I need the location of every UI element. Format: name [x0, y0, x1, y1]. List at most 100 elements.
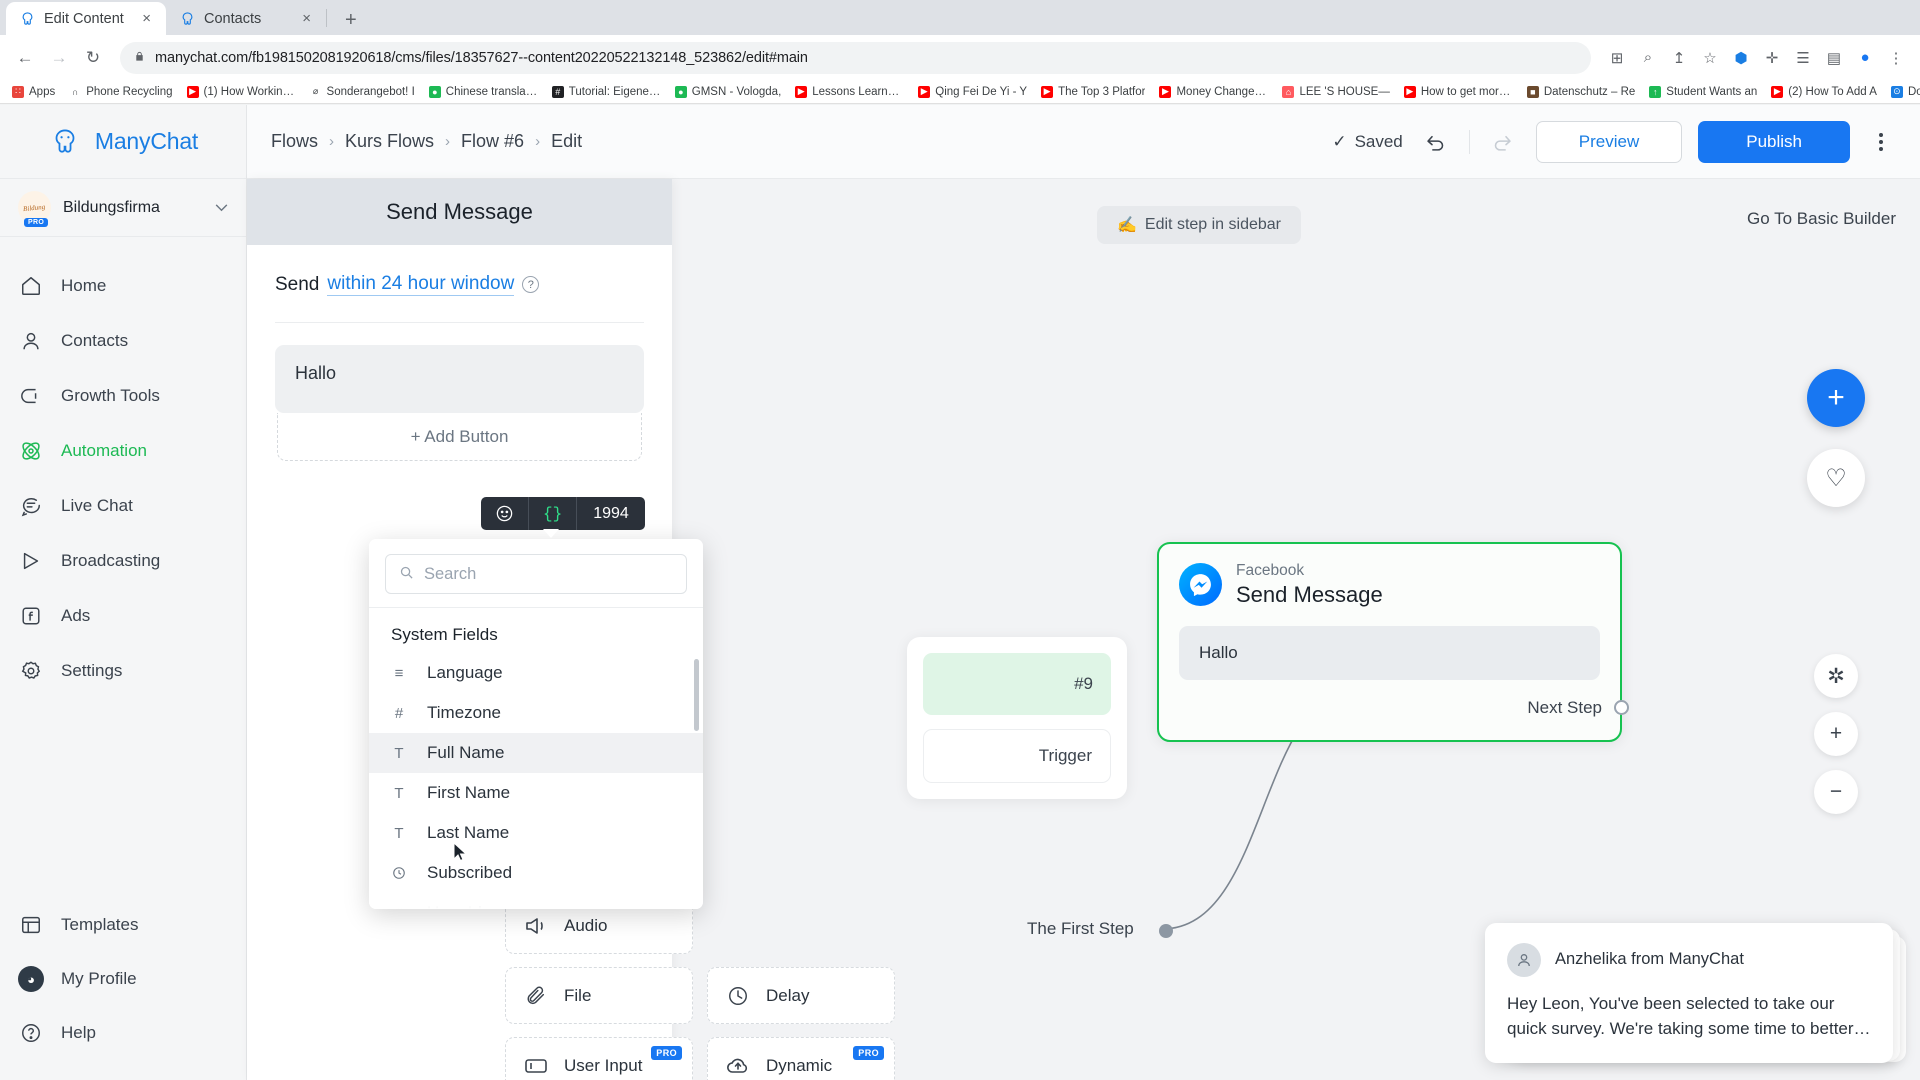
sidebar-item-growth-tools[interactable]: Growth Tools — [0, 368, 246, 423]
forward-icon[interactable]: → — [44, 43, 74, 73]
search-input[interactable]: Search — [385, 554, 687, 594]
next-step-connector-dot[interactable] — [1614, 700, 1629, 716]
add-button-row[interactable]: + Add Button — [277, 413, 642, 461]
block-file[interactable]: File — [505, 967, 693, 1024]
sidebar-item-home[interactable]: Home — [0, 258, 246, 313]
tab-close-icon[interactable]: × — [299, 9, 314, 28]
workspace-switcher[interactable]: Bildung PRO Bildungsfirma — [0, 179, 246, 237]
dropdown-scrollbar[interactable] — [694, 659, 699, 731]
zoom-out-button[interactable]: − — [1814, 770, 1858, 814]
redo-button[interactable] — [1486, 125, 1520, 159]
bookmark-item[interactable]: # Tutorial: Eigene Fa — [546, 84, 667, 100]
flow-node-ghost[interactable]: #9 Trigger — [907, 637, 1127, 799]
block-user-input[interactable]: User Input PRO — [505, 1037, 693, 1080]
reader-icon[interactable]: ▤ — [1820, 44, 1848, 72]
puzzle-icon[interactable]: ✛ — [1758, 44, 1786, 72]
bookmark-item[interactable]: ▶ Lessons Learned f — [789, 84, 910, 100]
fit-to-screen-button[interactable]: ✲ — [1814, 654, 1858, 698]
share-icon[interactable]: ↥ — [1665, 44, 1693, 72]
pencil-icon: ✍ — [1117, 217, 1137, 234]
flow-node-send-message[interactable]: Facebook Send Message Hallo Next Step — [1157, 542, 1629, 742]
zoom-in-button[interactable]: + — [1814, 712, 1858, 756]
dropdown-item-language[interactable]: ≡ Language — [369, 653, 703, 693]
sidebar-item-live-chat[interactable]: Live Chat — [0, 478, 246, 533]
edit-step-label: Edit step in sidebar — [1144, 216, 1281, 233]
node-next-step[interactable]: Next Step — [1179, 697, 1629, 718]
next-step-label: Next Step — [1527, 697, 1602, 717]
emoji-icon[interactable] — [481, 497, 528, 530]
tab-close-icon[interactable]: × — [139, 9, 154, 28]
bookmark-item[interactable]: ↑ Student Wants an — [1643, 84, 1763, 100]
breadcrumb-item-flows[interactable]: Flows — [271, 131, 318, 152]
sidebar-item-contacts[interactable]: Contacts — [0, 313, 246, 368]
bookmark-item[interactable]: ▶ How to get more v — [1398, 84, 1519, 100]
message-text-input[interactable]: Hallo — [275, 345, 644, 413]
first-step-connector-dot[interactable] — [1159, 924, 1173, 938]
bookmark-item[interactable]: ⌀ Sonderangebot! I — [304, 84, 421, 100]
merge-fields-icon[interactable]: {} — [529, 497, 576, 530]
manychat-chat-widget[interactable]: Anzhelika from ManyChat Hey Leon, You've… — [1485, 922, 1906, 1063]
block-delay[interactable]: Delay — [707, 967, 895, 1024]
dropdown-item-full-name[interactable]: T Full Name — [369, 733, 703, 773]
account-icon[interactable]: ● — [1851, 44, 1879, 72]
bookmark-item[interactable]: ⌂ LEE 'S HOUSE— — [1276, 84, 1395, 100]
preview-button[interactable]: Preview — [1535, 120, 1683, 163]
sidebar-item-ads[interactable]: Ads — [0, 588, 246, 643]
bookmark-label: (2) How To Add A — [1788, 85, 1877, 98]
block-dynamic[interactable]: Dynamic PRO — [707, 1037, 895, 1080]
menu-icon[interactable]: ⋮ — [1882, 44, 1910, 72]
sidebar-item-settings[interactable]: Settings — [0, 643, 246, 698]
bookmark-item[interactable]: ▶ The Top 3 Platfor — [1035, 84, 1151, 100]
breadcrumb-item-kurs-flows[interactable]: Kurs Flows — [345, 131, 434, 152]
breadcrumb-item-flow-6[interactable]: Flow #6 — [461, 131, 524, 152]
chat-widget-card[interactable]: Anzhelika from ManyChat Hey Leon, You've… — [1485, 922, 1893, 1063]
new-tab-button[interactable]: + — [337, 10, 365, 30]
add-node-button[interactable]: + — [1807, 369, 1865, 427]
bookmark-star-icon[interactable]: ☆ — [1696, 44, 1724, 72]
favorites-button[interactable]: ♡ — [1807, 449, 1865, 507]
address-bar[interactable]: manychat.com/fb1981502081920618/cms/file… — [120, 41, 1591, 74]
more-options-icon[interactable] — [1866, 132, 1896, 151]
translate-icon[interactable]: ⊞ — [1603, 44, 1631, 72]
block-label: User Input — [564, 1055, 643, 1075]
bookmark-item[interactable]: ▶ Money Changes E — [1153, 84, 1274, 100]
node-message-text: Hallo — [1179, 625, 1600, 680]
list-icon[interactable]: ☰ — [1789, 44, 1817, 72]
publish-button[interactable]: Publish — [1698, 120, 1850, 163]
dropdown-item-last-name[interactable]: T Last Name — [369, 813, 703, 853]
zoom-icon[interactable]: ⌕ — [1634, 44, 1662, 72]
brand[interactable]: ManyChat — [0, 105, 246, 179]
dropdown-item-first-name[interactable]: T First Name — [369, 773, 703, 813]
send-window-link[interactable]: within 24 hour window — [327, 273, 515, 296]
extension-icon[interactable]: ⬢ — [1727, 44, 1755, 72]
sidebar-item-broadcasting[interactable]: Broadcasting — [0, 533, 246, 588]
ads-facebook-icon — [18, 603, 44, 629]
topbar-actions: ✓ Saved Preview Publish — [1332, 120, 1896, 163]
sidebar-item-my-profile[interactable]: ◕ My Profile — [0, 952, 246, 1006]
bookmark-item[interactable]: ■ Datenschutz – Re — [1521, 84, 1641, 100]
bookmark-item[interactable]: ▶ Qing Fei De Yi - Y — [912, 84, 1033, 100]
chevron-down-icon[interactable] — [215, 200, 228, 215]
dropdown-item-label: Full Name — [427, 743, 505, 762]
bookmark-item[interactable]: ▶ (1) How Working a — [181, 84, 302, 100]
bookmark-label: Chinese translatio — [445, 85, 538, 98]
reload-icon[interactable]: ↻ — [78, 43, 108, 73]
sidebar-item-automation[interactable]: Automation — [0, 423, 246, 478]
bookmark-item[interactable]: ● Chinese translatio — [423, 84, 544, 100]
bookmark-item[interactable]: ∷ Apps — [6, 84, 61, 100]
bookmark-item[interactable]: ▶ (2) How To Add A — [1765, 84, 1883, 100]
back-icon[interactable]: ← — [10, 43, 40, 73]
browser-tab-edit-content[interactable]: Edit Content × — [6, 2, 166, 35]
browser-tab-contacts[interactable]: Contacts × — [166, 2, 326, 35]
sidebar-item-help[interactable]: Help — [0, 1006, 246, 1060]
sidebar-item-templates[interactable]: Templates — [0, 898, 246, 952]
bookmark-item[interactable]: ⊙ Download - Cooki — [1885, 84, 1920, 100]
merge-fields-dropdown[interactable]: Search System Fields ≡ Language # Timezo… — [369, 539, 703, 909]
bookmark-item[interactable]: ∩ Phone Recycling — [63, 84, 178, 100]
bookmark-favicon: ⊙ — [1890, 85, 1903, 98]
go-to-basic-builder-link[interactable]: Go To Basic Builder — [1747, 209, 1896, 229]
bookmark-item[interactable]: ● GMSN - Vologda, — [669, 84, 787, 100]
dropdown-item-timezone[interactable]: # Timezone — [369, 693, 703, 733]
undo-button[interactable] — [1419, 125, 1453, 159]
help-icon[interactable]: ? — [522, 276, 540, 293]
